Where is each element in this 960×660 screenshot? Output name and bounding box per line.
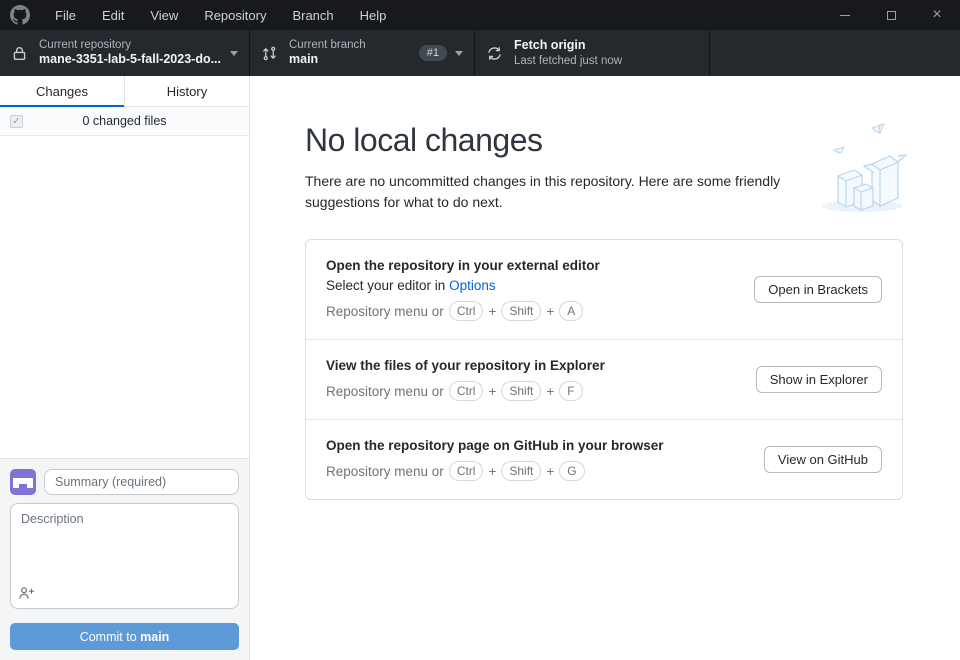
suggestion-show-explorer: View the files of your repository in Exp… <box>306 339 902 419</box>
close-button[interactable]: × <box>914 0 960 30</box>
chevron-down-icon <box>230 50 238 56</box>
plus-separator: + <box>488 383 497 399</box>
toolbar-empty-space <box>710 30 960 76</box>
add-coauthor-icon[interactable] <box>18 585 35 601</box>
main-content: No local changes There are no uncommitte… <box>250 76 960 660</box>
kbd-ctrl: Ctrl <box>448 461 484 481</box>
current-repository-value: mane-3351-lab-5-fall-2023-do... <box>39 52 222 67</box>
chevron-down-icon <box>455 50 463 56</box>
maximize-icon <box>886 10 896 20</box>
maximize-button[interactable] <box>868 0 914 30</box>
open-in-brackets-button[interactable]: Open in Brackets <box>754 276 882 303</box>
plus-separator: + <box>546 463 555 479</box>
menu-branch[interactable]: Branch <box>279 0 346 30</box>
menu-view[interactable]: View <box>137 0 191 30</box>
suggestion-shortcut: Repository menu or Ctrl + Shift + F <box>326 381 740 401</box>
suggestion-view-github: Open the repository page on GitHub in yo… <box>306 419 902 499</box>
sidebar-tabs: Changes History <box>0 76 249 107</box>
branch-compare-icon <box>261 44 279 62</box>
lock-icon <box>11 44 29 62</box>
suggestion-shortcut: Repository menu or Ctrl + Shift + G <box>326 461 748 481</box>
kbd-shift: Shift <box>501 461 542 481</box>
plus-separator: + <box>546 303 555 319</box>
plus-separator: + <box>488 303 497 319</box>
menu-repository[interactable]: Repository <box>191 0 279 30</box>
page-subtitle: There are no uncommitted changes in this… <box>305 173 781 210</box>
commit-button[interactable]: Commit to main <box>10 623 239 650</box>
fetch-origin-title: Fetch origin <box>514 38 586 52</box>
plus-separator: + <box>488 463 497 479</box>
show-in-explorer-button[interactable]: Show in Explorer <box>755 366 882 393</box>
menu-edit[interactable]: Edit <box>89 0 137 30</box>
suggestion-title: Open the repository page on GitHub in yo… <box>326 438 664 453</box>
view-on-github-button[interactable]: View on GitHub <box>763 446 882 473</box>
commit-description-input[interactable] <box>10 503 239 609</box>
commit-form: Commit to main <box>0 458 249 660</box>
fetch-origin-subtitle: Last fetched just now <box>514 54 623 67</box>
changed-files-count: 0 changed files <box>82 114 167 128</box>
suggestion-title: Open the repository in your external edi… <box>326 258 600 273</box>
menu-file[interactable]: File <box>42 0 89 30</box>
tab-history[interactable]: History <box>124 76 249 106</box>
tab-changes[interactable]: Changes <box>0 76 124 107</box>
current-repository-button[interactable]: Current repository mane-3351-lab-5-fall-… <box>0 30 250 76</box>
changes-list-empty <box>0 136 249 458</box>
current-repository-label: Current repository <box>39 39 132 51</box>
github-logo-icon <box>10 5 30 25</box>
options-link[interactable]: Options <box>449 278 496 293</box>
toolbar: Current repository mane-3351-lab-5-fall-… <box>0 30 960 76</box>
fetch-origin-button[interactable]: Fetch origin Last fetched just now <box>475 30 710 76</box>
sync-icon <box>486 44 504 62</box>
title-bar: File Edit View Repository Branch Help × <box>0 0 960 30</box>
suggestion-shortcut: Repository menu or Ctrl + Shift + A <box>326 301 738 321</box>
changed-files-header: ✓ 0 changed files <box>0 107 249 136</box>
kbd-a: A <box>559 301 584 321</box>
pull-request-badge: #1 <box>418 45 447 61</box>
minimize-button[interactable] <box>822 0 868 30</box>
kbd-shift: Shift <box>501 381 542 401</box>
user-avatar <box>10 469 36 495</box>
current-branch-label: Current branch <box>289 39 366 51</box>
no-changes-illustration-icon <box>816 120 908 225</box>
kbd-ctrl: Ctrl <box>448 301 484 321</box>
kbd-f: F <box>559 381 583 401</box>
kbd-ctrl: Ctrl <box>448 381 484 401</box>
commit-summary-input[interactable] <box>44 469 239 495</box>
kbd-g: G <box>559 461 585 481</box>
current-branch-button[interactable]: Current branch main #1 <box>250 30 475 76</box>
kbd-shift: Shift <box>501 301 542 321</box>
close-icon: × <box>932 6 942 23</box>
window-controls: × <box>822 0 960 30</box>
suggestion-title: View the files of your repository in Exp… <box>326 358 605 373</box>
suggestion-open-editor: Open the repository in your external edi… <box>306 240 902 339</box>
suggestion-subtitle: Select your editor in Options <box>326 278 496 293</box>
current-branch-value: main <box>289 52 319 67</box>
minimize-icon <box>840 14 850 16</box>
plus-separator: + <box>546 383 555 399</box>
sidebar: Changes History ✓ 0 changed files Commit… <box>0 76 250 660</box>
suggested-actions: Open the repository in your external edi… <box>305 239 903 500</box>
menu-help[interactable]: Help <box>347 0 400 30</box>
